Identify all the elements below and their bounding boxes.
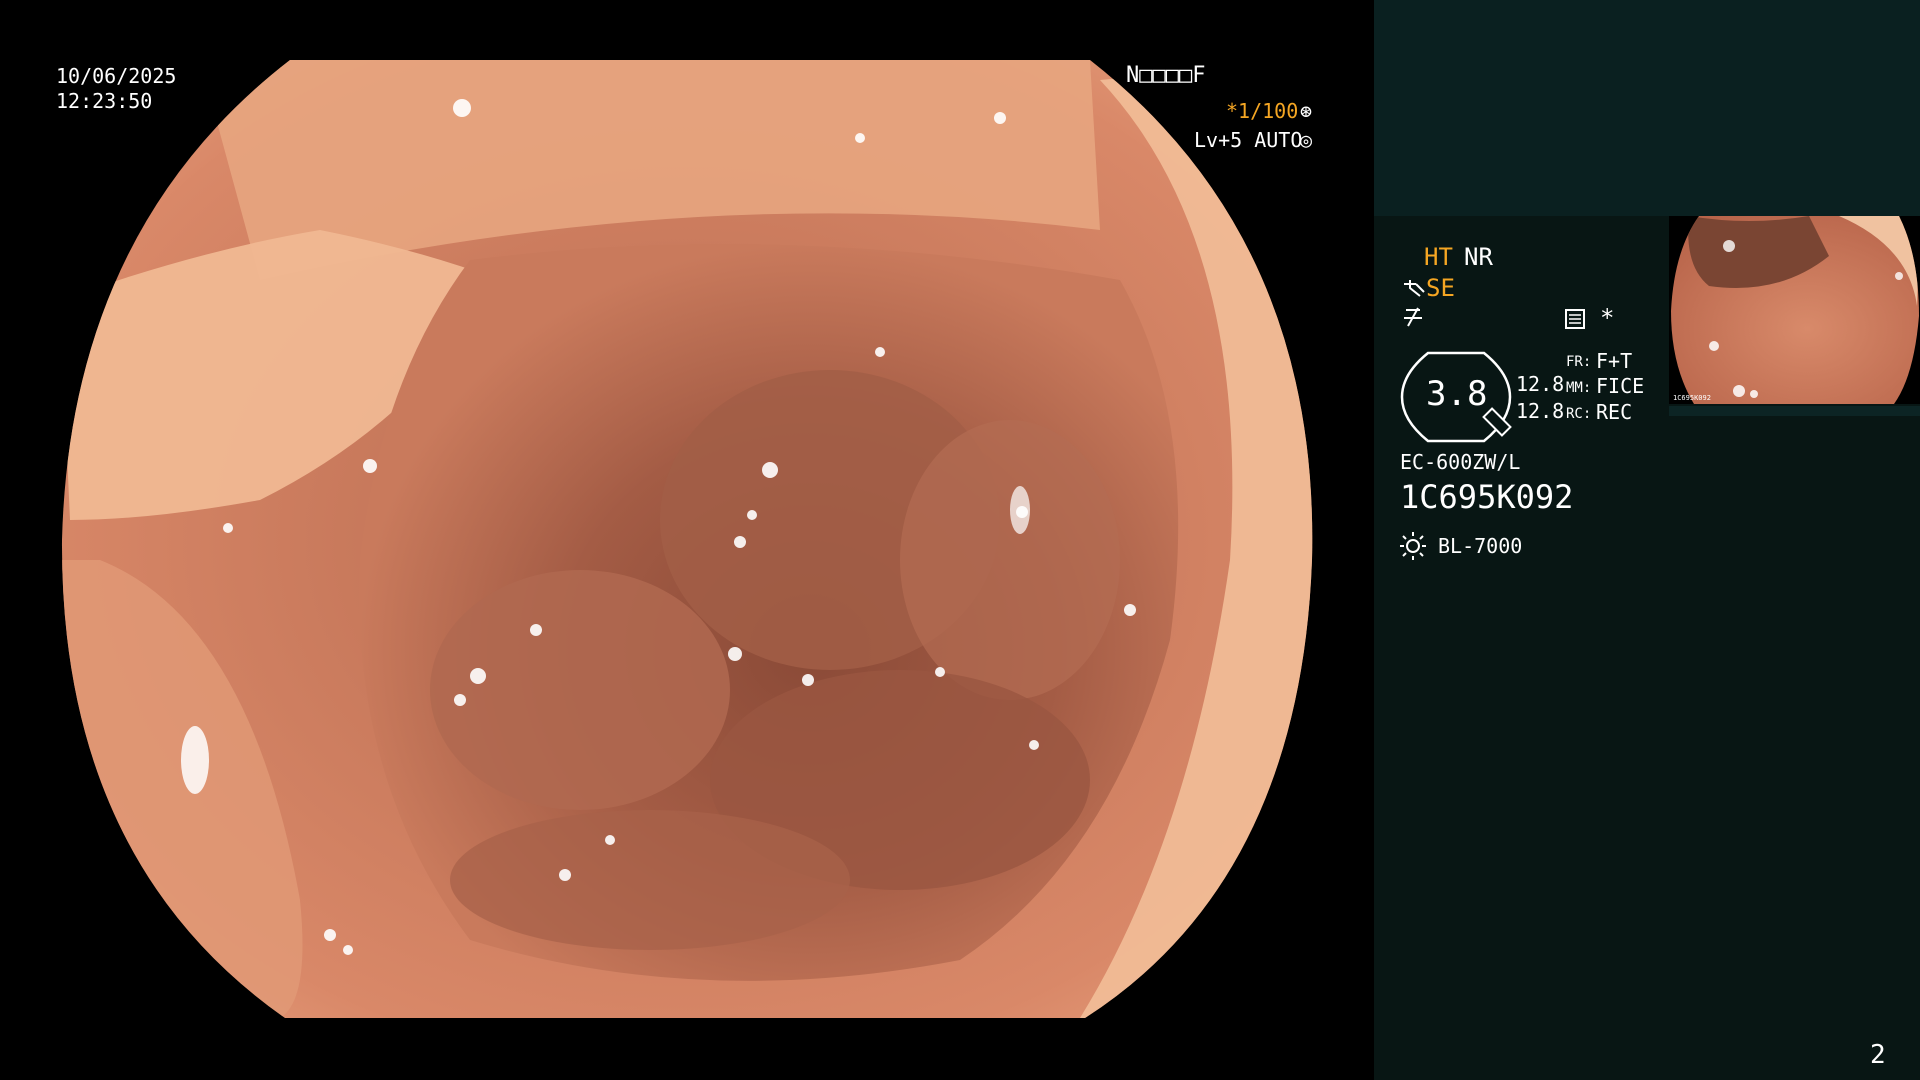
value-1: 12.8 bbox=[1516, 372, 1565, 396]
fr-value: F+T bbox=[1596, 349, 1633, 373]
rc-value: REC bbox=[1596, 400, 1633, 424]
auto-iris-icon: ◎ bbox=[1300, 128, 1313, 152]
endoscope-view: 10/06/2025 12:23:50 N□□□□F *1/100 ⊛ Lv+5… bbox=[0, 0, 1374, 1080]
fr-label: FR: bbox=[1566, 354, 1592, 370]
info-panel: HT NR SE * 3.8 12.8 12.8 FR: F+T MM: FIC… bbox=[1374, 0, 1920, 1080]
nr-label: NR bbox=[1464, 243, 1493, 271]
shutter-icon: ⊛ bbox=[1300, 99, 1313, 123]
thumbnail-image[interactable]: 1C695K092 bbox=[1669, 216, 1920, 404]
scope-serial: 1C695K092 bbox=[1400, 478, 1574, 516]
mm-value: FICE bbox=[1596, 374, 1645, 398]
level-label: Lv+5 AUTO bbox=[1194, 128, 1303, 152]
star-label: * bbox=[1600, 304, 1615, 332]
rc-label: RC: bbox=[1566, 406, 1592, 422]
menu-icon bbox=[1565, 309, 1585, 329]
se-label: SE bbox=[1426, 274, 1455, 302]
ht-label: HT bbox=[1424, 243, 1453, 271]
light-model: BL-7000 bbox=[1438, 534, 1523, 558]
panel-header-area bbox=[1374, 0, 1920, 216]
patient-code: N□□□□F bbox=[1126, 63, 1206, 88]
thumbnail-label: 1C695K092 bbox=[1673, 394, 1711, 402]
thumbnail-footer bbox=[1669, 406, 1920, 416]
endoscopy-image bbox=[61, 60, 1313, 1018]
scope-model: EC-600ZW/L bbox=[1400, 450, 1521, 474]
time-label: 12:23:50 bbox=[56, 89, 153, 113]
shutter-label: *1/100 bbox=[1226, 99, 1299, 123]
mm-label: MM: bbox=[1566, 380, 1592, 396]
filter-icon bbox=[1404, 307, 1422, 327]
thumbnail-scene bbox=[1671, 216, 1919, 404]
zoom-value: 3.8 bbox=[1426, 374, 1488, 414]
page-number: 2 bbox=[1870, 1040, 1886, 1070]
value-2: 12.8 bbox=[1516, 399, 1565, 423]
date-label: 10/06/2025 bbox=[56, 64, 177, 88]
scope-icon bbox=[1404, 280, 1425, 297]
light-source-icon bbox=[1400, 532, 1426, 560]
